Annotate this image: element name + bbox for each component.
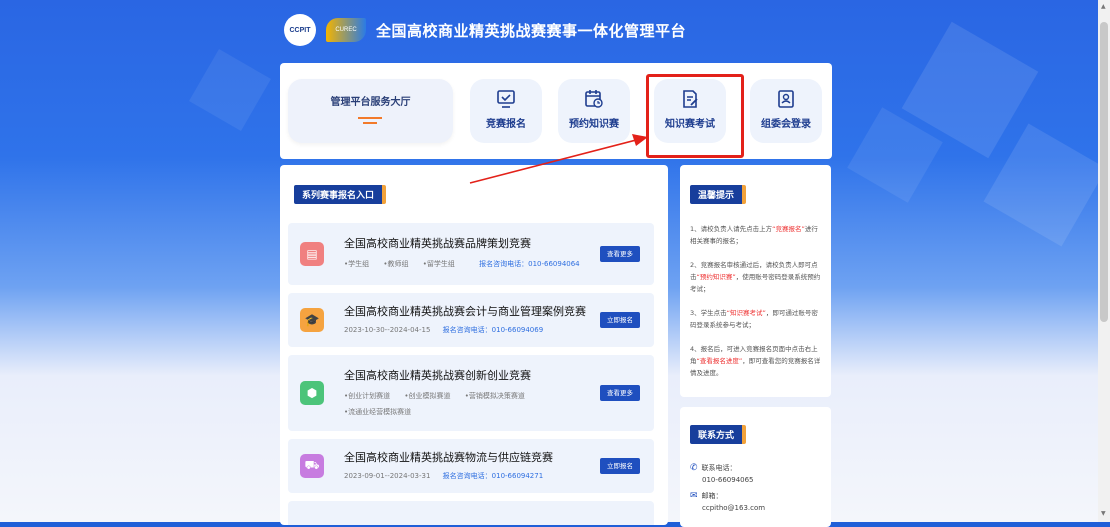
contact-phone: 010-66094065 [702,476,754,484]
accent-bar [363,122,377,124]
competition-meta: 2023-09-01--2024-03-31 报名咨询电话：010-660942… [344,471,543,481]
category-tag: •留学生组 [422,260,455,268]
truck-icon: ⛟ [300,454,324,478]
section-tag: 温馨提示 [690,185,747,204]
document-icon: ▤ [300,242,324,266]
section-tag: 联系方式 [690,425,747,444]
scrollbar-thumb[interactable] [1100,22,1108,322]
track-tag: •营销模拟决策赛道 [464,392,525,400]
view-more-button[interactable]: 查看更多 [600,385,640,401]
scroll-up-icon[interactable]: ▲ [1101,3,1106,10]
ccpit-logo[interactable]: CCPIT [284,14,316,46]
page-scrollbar[interactable]: ▲ ▼ [1098,0,1110,522]
graduation-cap-icon: 🎓 [300,308,324,332]
register-now-button[interactable]: 立即报名 [600,458,640,474]
nav-item-label: 组委会登录 [761,119,811,130]
highlight-box-annotation [646,74,744,158]
tip-highlight: “知识赛考试” [726,309,766,317]
competition-name: 全国高校商业精英挑战赛物流与供应链竞赛 [344,451,553,464]
section-tag: 系列赛事报名入口 [294,185,387,204]
track-tag: •创业模拟赛道 [404,392,451,400]
message-icon: ✉ [690,491,698,501]
track-tag: •创业计划赛道 [344,392,391,400]
site-header: CCPIT CUREC 全国高校商业精英挑战赛赛事一体化管理平台 [284,10,686,50]
curec-logo-text: CUREC [335,27,357,33]
competition-name: 全国高校商业精英挑战赛创新创业竞赛 [344,369,531,382]
tip-highlight: “竞赛报名” [772,225,805,233]
series-competitions-panel: 系列赛事报名入口 ▤ 全国高校商业精英挑战赛品牌策划竞赛 •学生组 •教师组 •… [280,165,668,525]
contact-email-row: ✉ 邮箱： [690,491,723,501]
tip-item: 2、竞赛报名审核通过后，请校负责人即可点击“预约知识赛”，使用账号密码登录系统预… [690,259,824,295]
nav-book-knowledge-contest-button[interactable]: 预约知识赛 [558,79,630,143]
tips-panel: 温馨提示 1、请校负责人请先点击上方“竞赛报名”进行相关赛事的报名； 2、竞赛报… [680,165,831,397]
track-tag: •流通业经营模拟赛道 [344,408,412,416]
phone-label: 联系电话： [701,464,737,472]
service-nav-card: 管理平台服务大厅 竞赛报名 预约知识赛 知识赛考试 组委会登录 [280,63,832,159]
service-hall-panel: 管理平台服务大厅 [288,79,453,143]
cube-icon: ⬢ [300,381,324,405]
curec-logo[interactable]: CUREC [326,18,366,42]
accent-bar [358,117,382,119]
id-card-icon [778,90,794,108]
tip-item: 1、请校负责人请先点击上方“竞赛报名”进行相关赛事的报名； [690,223,824,247]
competition-name: 全国高校商业精英挑战赛品牌策划竞赛 [344,237,531,250]
email-label: 邮箱： [701,492,723,500]
tip-highlight: “预约知识赛” [696,273,736,281]
competition-date: 2023-10-30--2024-04-15 [344,326,431,334]
nav-item-label: 预约知识赛 [569,119,619,130]
background-decoration [983,123,1107,247]
competition-date: 2023-09-01--2024-03-31 [344,472,431,480]
contact-phone-row: ✆ 联系电话： [690,463,737,473]
tip-item: 4、报名后，可进入竞赛报名页面中点击右上角“查看报名进度”，即可查看您的竞赛报名… [690,343,824,379]
category-tag: •教师组 [383,260,409,268]
contact-panel: 联系方式 ✆ 联系电话： 010-66094065 ✉ 邮箱： ccpitho@16… [680,407,831,527]
background-decoration [189,49,271,131]
category-tag: •学生组 [344,260,370,268]
contact-email[interactable]: ccpitho@163.com [702,504,765,512]
monitor-check-icon [497,90,515,108]
tip-item: 3、学生点击“知识赛考试”，即可通过账号密码登录系统参与考试； [690,307,824,331]
register-now-button[interactable]: 立即报名 [600,312,640,328]
competition-meta: •创业计划赛道 •创业模拟赛道 •营销模拟决策赛道 [344,391,537,401]
consult-phone: 报名咨询电话：010-66094064 [479,260,580,268]
view-more-button[interactable]: 查看更多 [600,246,640,262]
tip-highlight: “查看报名进度” [696,357,743,365]
tip-text: 3、学生点击 [690,309,727,317]
competition-meta: 2023-10-30--2024-04-15 报名咨询电话：010-660940… [344,325,543,335]
calendar-clock-icon [585,90,603,108]
competition-meta: •流通业经营模拟赛道 [344,407,411,417]
service-hall-title: 管理平台服务大厅 [330,97,411,108]
consult-phone: 报名咨询电话：010-66094271 [442,472,544,480]
consult-phone: 报名咨询电话：010-66094069 [442,326,544,334]
competition-card[interactable]: ⛟ 全国高校商业精英挑战赛物流与供应链竞赛 2023-09-01--2024-0… [288,439,654,493]
tip-text: 1、请校负责人请先点击上方 [690,225,773,233]
competition-card[interactable]: ▤ 全国高校商业精英挑战赛品牌策划竞赛 •学生组 •教师组 •留学生组 报名咨询… [288,223,654,285]
competition-meta: •学生组 •教师组 •留学生组 报名咨询电话：010-66094064 [344,259,592,269]
ccpit-logo-text: CCPIT [289,26,311,34]
competition-card[interactable]: ⬢ 全国高校商业精英挑战赛创新创业竞赛 •创业计划赛道 •创业模拟赛道 •营销模… [288,355,654,431]
competition-card[interactable]: 🎓 全国高校商业精英挑战赛会计与商业管理案例竞赛 2023-10-30--202… [288,293,654,347]
phone-icon: ✆ [690,463,698,473]
site-title: 全国高校商业精英挑战赛赛事一体化管理平台 [376,21,687,40]
nav-competition-registration-button[interactable]: 竞赛报名 [470,79,542,143]
scroll-down-icon[interactable]: ▼ [1101,510,1106,517]
nav-item-label: 竞赛报名 [486,119,526,130]
competition-name: 全国高校商业精英挑战赛会计与商业管理案例竞赛 [344,305,586,318]
nav-committee-login-button[interactable]: 组委会登录 [750,79,822,143]
competition-card[interactable] [288,501,654,525]
